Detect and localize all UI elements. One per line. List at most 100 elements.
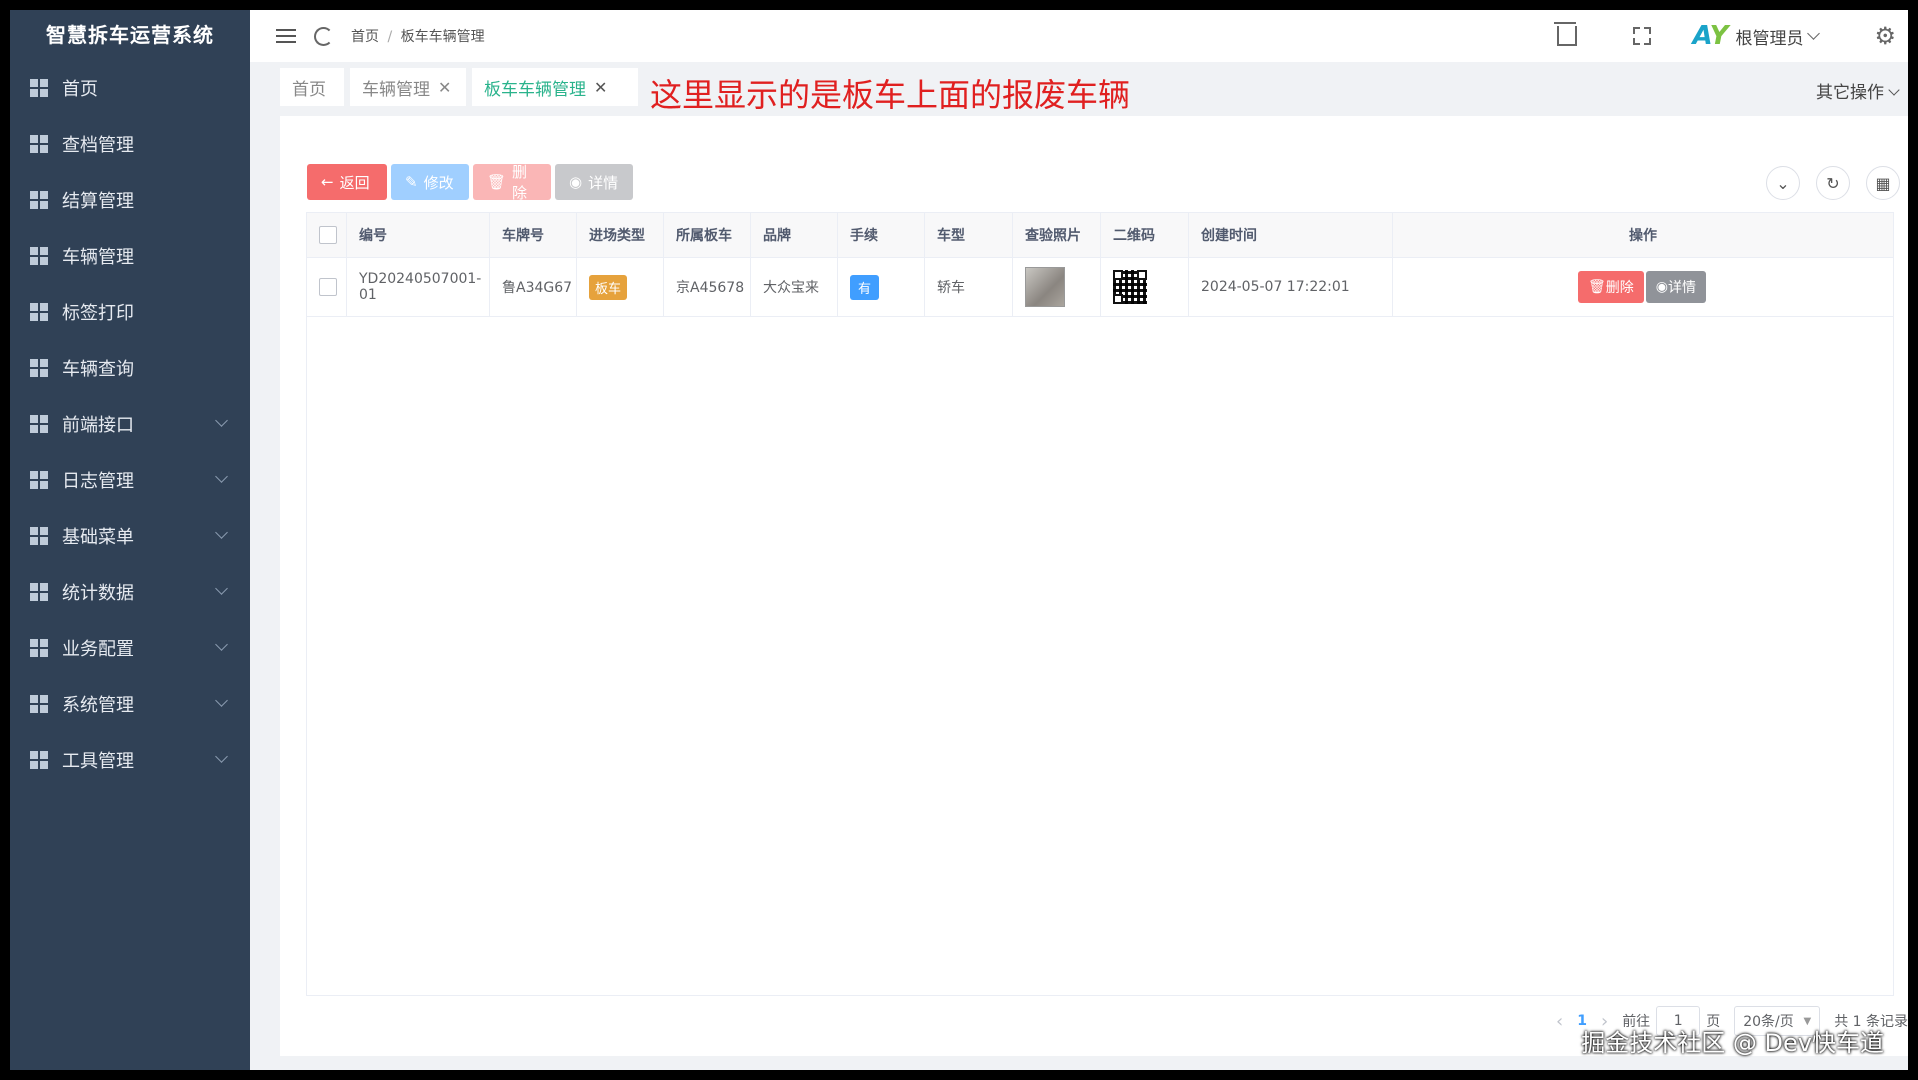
sidebar-item-label: 工具管理 [62, 751, 134, 772]
grid-icon [30, 79, 48, 97]
chevron-down-icon[interactable] [1807, 27, 1821, 40]
cell-flatbed: 京A45678 [664, 258, 751, 316]
table-header: 编号 车牌号 进场类型 所属板车 品牌 手续 车型 查验照片 二维码 创建时间 … [307, 213, 1893, 258]
edit-button[interactable]: ✎ 修改 [391, 164, 469, 200]
table-row[interactable]: YD20240507001-01 鲁A34G67 板车 京A45678 大众宝来… [307, 258, 1893, 317]
sidebar-item-label: 查档管理 [62, 135, 134, 156]
formalities-badge: 有 [850, 274, 880, 300]
cell-brand: 大众宝来 [751, 258, 838, 316]
row-checkbox[interactable] [319, 278, 337, 296]
tag-vehicle-management[interactable]: 车辆管理 ✕ [350, 68, 466, 106]
grid-icon [30, 527, 48, 545]
chevron-down-icon [1888, 84, 1900, 96]
content-card: ← 返回 ✎ 修改 🗑 删除 ◉ 详情 ⌄ ↻ ▦ 编号 车牌号 进场类型 所属板车 品… [280, 116, 1908, 1056]
toggle-search-button[interactable]: ⌄ [1766, 166, 1800, 200]
other-ops-dropdown[interactable]: 其它操作 [1816, 78, 1900, 103]
sidebar-item-label: 车辆管理 [62, 247, 134, 268]
cell-code: YD20240507001-01 [347, 258, 490, 316]
tag-home[interactable]: 首页 [280, 68, 344, 106]
refresh-icon[interactable] [314, 26, 333, 46]
refresh-button[interactable]: ↻ [1816, 166, 1850, 200]
trash-icon[interactable] [1553, 22, 1577, 46]
column-header: 操作 [1629, 228, 1657, 244]
row-detail-button[interactable]: ◉ 详情 [1645, 271, 1706, 303]
delete-button[interactable]: 🗑 删除 [473, 163, 551, 202]
tag-flatbed-vehicle-management[interactable]: 板车车辆管理 ✕ [472, 68, 638, 106]
column-header[interactable]: 编号 [347, 213, 490, 257]
sidebar-item[interactable]: 首页 [10, 60, 250, 116]
hamburger-icon[interactable] [276, 29, 296, 43]
sidebar-item-label: 标签打印 [62, 303, 134, 324]
close-icon[interactable]: ✕ [594, 78, 607, 97]
chevron-down-icon [215, 582, 228, 595]
cell-created: 2024-05-07 17:22:01 [1189, 258, 1393, 316]
sidebar-item-label: 首页 [62, 79, 98, 100]
fullscreen-icon[interactable] [1632, 27, 1651, 45]
breadcrumb-home[interactable]: 首页 [351, 29, 379, 45]
detail-button[interactable]: ◉ 详情 [555, 164, 633, 200]
select-all-cell [307, 213, 347, 257]
cell-plate: 鲁A34G67 [490, 258, 577, 316]
gear-icon[interactable]: ⚙ [1874, 22, 1896, 50]
prev-page-icon[interactable]: ‹ [1556, 1011, 1563, 1032]
cell-formalities: 有 [838, 258, 925, 316]
close-icon[interactable]: ✕ [438, 78, 451, 97]
sidebar-item[interactable]: 前端接口 [10, 396, 250, 452]
sidebar-item[interactable]: 车辆查询 [10, 340, 250, 396]
sidebar-item[interactable]: 车辆管理 [10, 228, 250, 284]
row-delete-button[interactable]: 🗑 删除 [1578, 271, 1644, 303]
column-header[interactable]: 车牌号 [490, 213, 577, 257]
sidebar: 智慧拆车运营系统 首页查档管理结算管理车辆管理标签打印车辆查询前端接口 日志管理基… [10, 10, 250, 1070]
qrcode-image[interactable] [1113, 270, 1147, 304]
grid-icon [30, 639, 48, 657]
sidebar-menu: 首页查档管理结算管理车辆管理标签打印车辆查询前端接口 日志管理 基础菜单统计数据业务… [10, 60, 250, 788]
sidebar-item[interactable]: 日志管理 [10, 452, 250, 508]
grid-icon [30, 135, 48, 153]
select-all-checkbox[interactable] [319, 226, 337, 244]
columns-button[interactable]: ▦ [1866, 166, 1900, 200]
row-detail-label: 详情 [1668, 280, 1696, 296]
table-tools: ⌄ ↻ ▦ [1766, 166, 1900, 200]
delete-label: 删除 [512, 163, 528, 202]
cell-qrcode [1101, 258, 1189, 316]
back-button[interactable]: ← 返回 [307, 164, 387, 200]
app-title: 智慧拆车运营系统 [46, 23, 214, 47]
column-header[interactable]: 创建时间 [1189, 213, 1393, 257]
grid-icon [30, 359, 48, 377]
column-header[interactable]: 查验照片 [1013, 213, 1101, 257]
sidebar-item[interactable]: 业务配置 [10, 620, 250, 676]
cell-photo [1013, 258, 1101, 316]
username[interactable]: 根管理员 [1735, 24, 1803, 49]
trash-icon: 🗑 [487, 173, 507, 191]
sidebar-item[interactable]: 标签打印 [10, 284, 250, 340]
watermark: 掘金技术社区 @ Dev快车道 [1581, 1029, 1884, 1057]
sidebar-item[interactable]: 结算管理 [10, 172, 250, 228]
chevron-down-icon [215, 526, 228, 539]
grid-icon [30, 471, 48, 489]
edit-label: 修改 [423, 173, 454, 192]
tag-label: 车辆管理 [362, 79, 430, 100]
eye-icon: ◉ [569, 173, 583, 191]
sidebar-item-label: 统计数据 [62, 583, 134, 604]
data-table: 编号 车牌号 进场类型 所属板车 品牌 手续 车型 查验照片 二维码 创建时间 … [306, 212, 1894, 996]
sidebar-item[interactable]: 基础菜单 [10, 508, 250, 564]
grid-icon [30, 695, 48, 713]
sidebar-item[interactable]: 查档管理 [10, 116, 250, 172]
sidebar-item[interactable]: 系统管理 [10, 676, 250, 732]
sidebar-item[interactable]: 工具管理 [10, 732, 250, 788]
grid-icon [30, 303, 48, 321]
sidebar-item-label: 车辆查询 [62, 359, 134, 380]
column-header[interactable]: 所属板车 [664, 213, 751, 257]
column-header[interactable]: 手续 [838, 213, 925, 257]
column-header[interactable]: 车型 [925, 213, 1013, 257]
avatar[interactable]: AY [1693, 21, 1729, 51]
column-header[interactable]: 品牌 [751, 213, 838, 257]
column-header[interactable]: 进场类型 [577, 213, 664, 257]
grid-icon [30, 191, 48, 209]
inspection-photo-thumbnail[interactable] [1025, 267, 1065, 307]
row-select-cell [307, 258, 347, 316]
breadcrumb-current: 板车车辆管理 [400, 29, 485, 45]
grid-icon [30, 247, 48, 265]
column-header[interactable]: 二维码 [1101, 213, 1189, 257]
sidebar-item[interactable]: 统计数据 [10, 564, 250, 620]
